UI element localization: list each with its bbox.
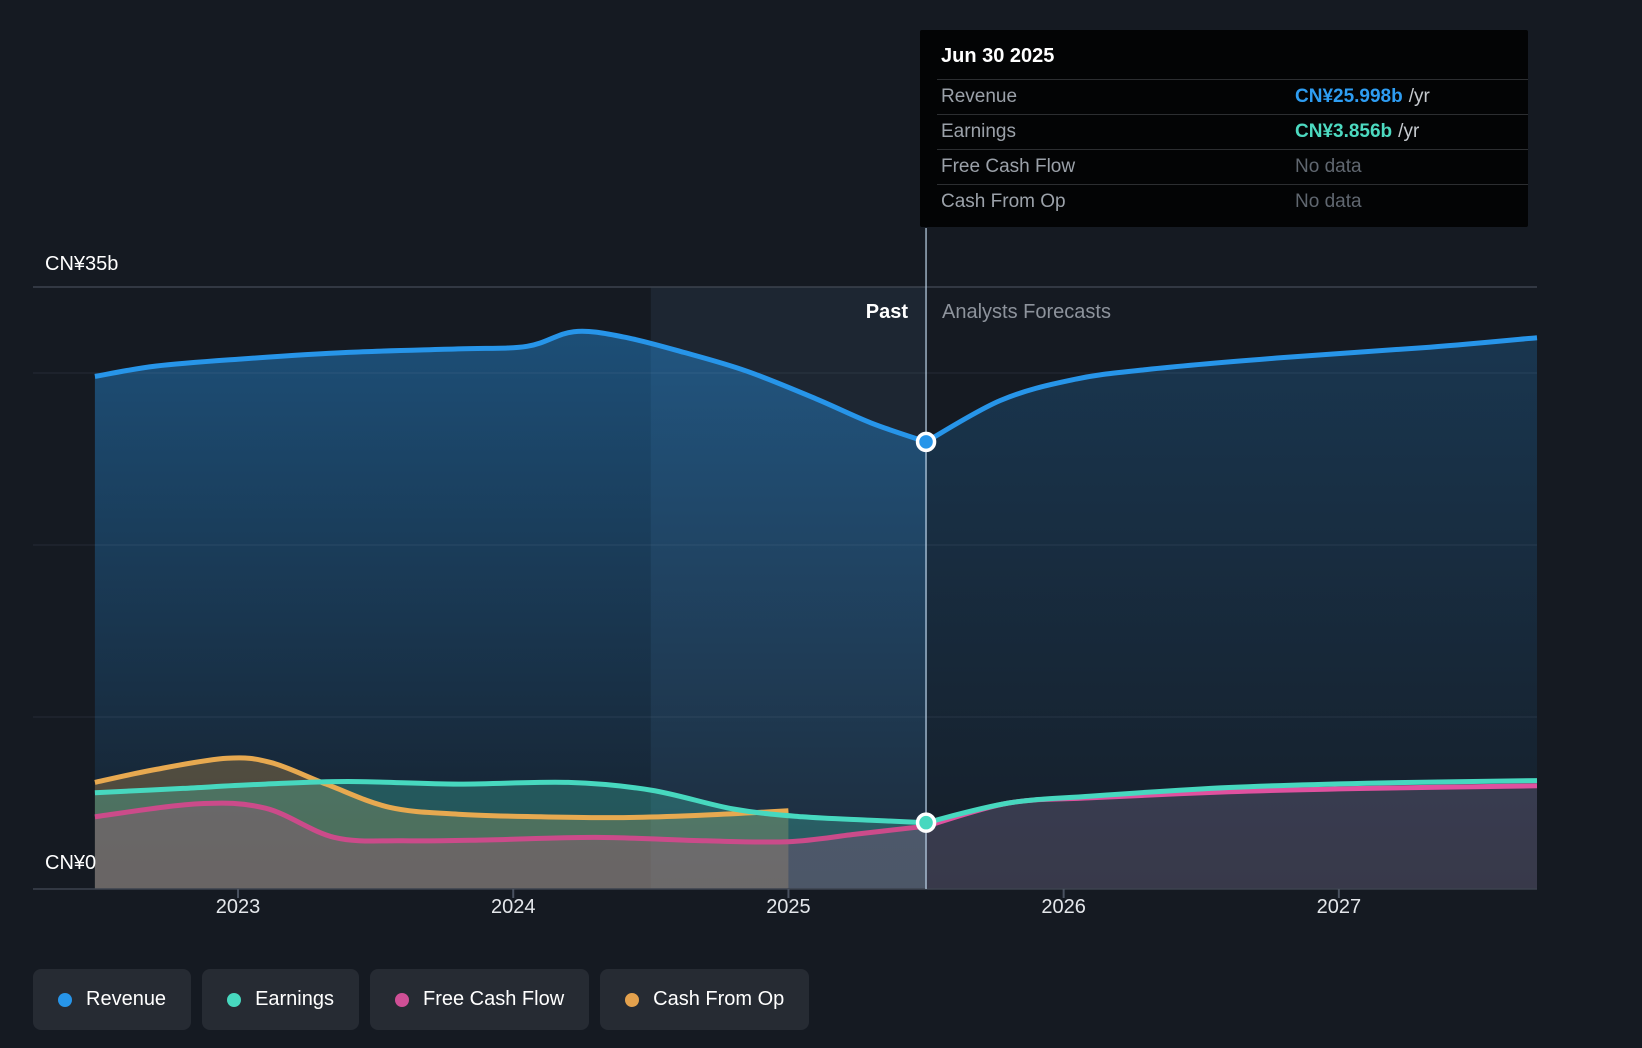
tooltip-row-revenue: Revenue CN¥25.998b /yr [937,79,1528,114]
legend-pill-earnings[interactable]: Earnings [202,969,359,1030]
cash-from-op-dot-icon [625,992,640,1007]
x-tick-label: 2027 [1316,896,1362,918]
tooltip-unit: /yr [1398,121,1420,142]
legend-pill-revenue[interactable]: Revenue [33,969,192,1030]
x-tick-label: 2024 [490,896,536,918]
tooltip-value: No data [1295,156,1362,177]
hover-tooltip: Jun 30 2025 Revenue CN¥25.998b /yr Earni… [920,30,1528,227]
x-tick-label: 2023 [215,896,261,918]
tooltip-row-cash-from-op: Cash From Op No data [937,184,1528,219]
legend-label: Revenue [86,988,167,1010]
tooltip-value: CN¥25.998b [1295,86,1403,107]
tooltip-row-free-cash-flow: Free Cash Flow No data [937,149,1528,184]
revenue-dot-icon [58,992,72,1007]
forecast-zone-label: Analysts Forecasts [942,301,1111,323]
x-tick-label: 2025 [766,896,811,918]
legend-label: Free Cash Flow [423,988,565,1010]
stock-valuation-chart-page: { "tooltip": { "date": "Jun 30 2025", "r… [0,0,1642,1048]
legend-label: Earnings [255,988,334,1010]
y-axis-label-zero: CN¥0 [45,852,97,874]
tooltip-row-earnings: Earnings CN¥3.856b /yr [937,114,1528,149]
tooltip-date: Jun 30 2025 [941,45,1055,67]
x-tick-label: 2026 [1041,896,1086,918]
legend-pill-cash-from-op[interactable]: Cash From Op [600,969,810,1030]
tooltip-unit: /yr [1408,86,1430,107]
legend: Revenue Earnings Free Cash Flow Cash Fro… [33,969,810,1030]
free-cash-flow-dot-icon [395,992,409,1007]
y-axis-label-max: CN¥35b [45,253,119,275]
earnings-dot-icon [227,992,242,1007]
tooltip-label: Revenue [941,86,1018,107]
tooltip-label: Cash From Op [941,191,1066,212]
tooltip-label: Free Cash Flow [941,156,1076,177]
past-zone-label: Past [865,301,909,323]
tooltip-label: Earnings [941,121,1016,142]
legend-pill-free-cash-flow[interactable]: Free Cash Flow [370,969,590,1030]
legend-label: Cash From Op [653,988,785,1010]
tooltip-value: CN¥3.856b [1295,121,1393,142]
tooltip-value: No data [1295,191,1362,212]
